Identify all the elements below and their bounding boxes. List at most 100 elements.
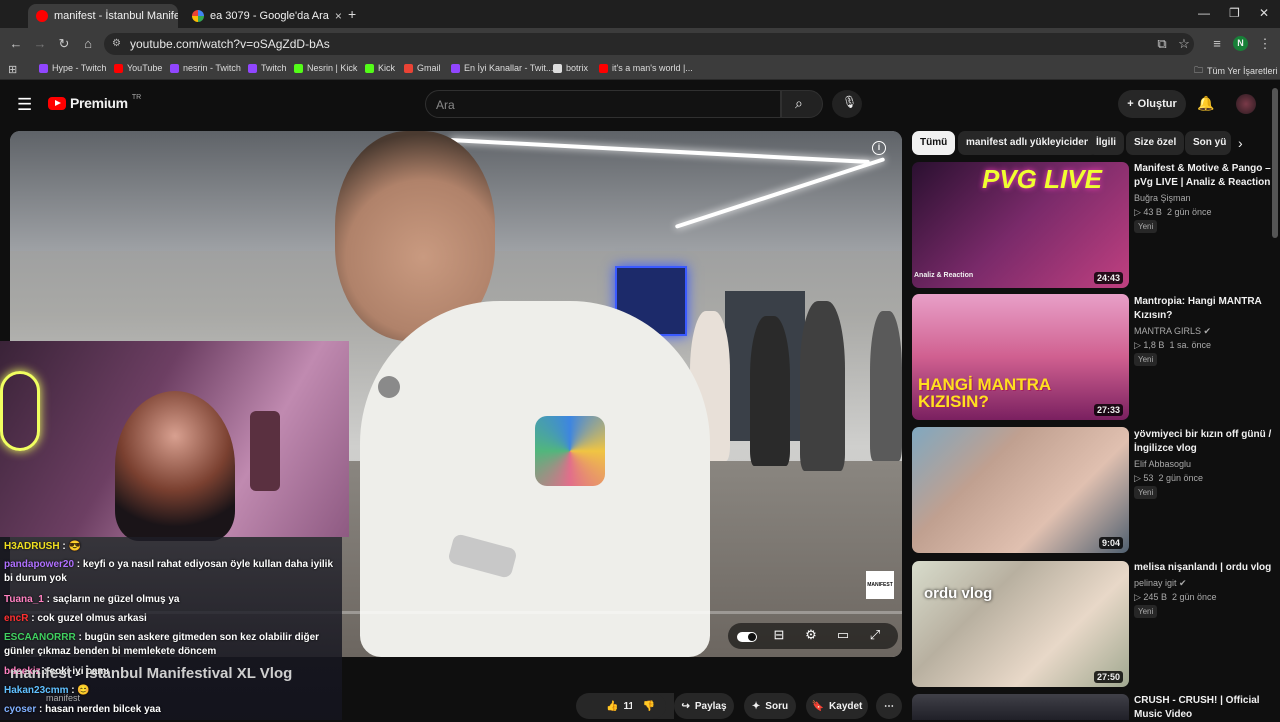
new-badge: Yeni (1134, 353, 1158, 366)
video-thumbnail[interactable] (912, 694, 1129, 720)
bookmark-favicon-icon (553, 63, 562, 73)
create-button[interactable]: + Oluştur (1118, 90, 1186, 118)
rec-channel[interactable]: pelinay igit ✔ (1134, 578, 1187, 589)
bookmark-item[interactable]: Hype - Twitch (39, 63, 106, 73)
rec-channel[interactable]: Buğra Şişman (1134, 193, 1191, 203)
rec-title[interactable]: yövmiyeci bir kızın off günü / İngilizce… (1134, 428, 1274, 456)
chat-message: cyoser : hasan nerden bilcek yaa (4, 704, 161, 715)
install-app-icon[interactable]: ⧉ (1154, 36, 1170, 52)
rec-title[interactable]: melisa nişanlandı | ordu vlog (1134, 561, 1274, 575)
chat-message: Tuana_1 : saçların ne güzel olmuş ya (4, 594, 180, 605)
rec-meta: ▷ 245 B 2 gün önce (1134, 592, 1217, 602)
bookmark-favicon-icon (294, 63, 303, 73)
browser-menu-icon[interactable]: ⋮ (1257, 36, 1273, 52)
bookmark-star-icon[interactable]: ☆ (1176, 36, 1192, 52)
more-actions-button[interactable]: ⋯ (876, 693, 902, 719)
bookmark-item[interactable]: botrix (553, 63, 588, 73)
youtube-logo[interactable]: Premium TR (48, 93, 142, 111)
verified-icon: ✔ (1203, 326, 1212, 336)
youtube-favicon-icon (36, 10, 48, 22)
channel-name[interactable]: manifest (46, 693, 80, 703)
rec-title[interactable]: Manifest & Motive & Pango – pVg LIVE | A… (1134, 162, 1274, 190)
voice-search-button[interactable]: 🎙 (832, 90, 862, 118)
thumbnail-caption: Analiz & Reaction (914, 272, 974, 279)
all-bookmarks-folder[interactable]: 🗀 Tüm Yer İşaretleri (1194, 63, 1278, 79)
bookmark-item[interactable]: YouTube (114, 63, 162, 73)
video-thumbnail[interactable]: 9:04 (912, 427, 1129, 553)
thumbs-down-icon: 👎 (642, 700, 656, 712)
forward-icon[interactable]: → (32, 36, 48, 52)
site-info-icon[interactable]: ⚙ (112, 33, 121, 55)
chip-recent[interactable]: Son yü (1185, 131, 1231, 155)
video-thumbnail[interactable]: ordu vlog 27:50 (912, 561, 1129, 687)
share-button[interactable]: ↪ Paylaş (674, 693, 734, 719)
account-avatar[interactable] (1236, 94, 1256, 114)
channel-watermark[interactable]: MANIFEST (866, 571, 894, 599)
new-tab-button[interactable]: + (348, 6, 356, 22)
bookmark-label: Twitch (261, 63, 287, 73)
restore-button[interactable]: ❐ (1229, 6, 1240, 20)
settings-gear-icon[interactable]: ⚙ (800, 627, 822, 647)
info-icon[interactable]: i (872, 141, 886, 155)
home-icon[interactable]: ⌂ (80, 36, 96, 52)
verified-icon: ✔ (1179, 578, 1187, 588)
chevron-right-icon[interactable]: › (1238, 135, 1243, 151)
chip-for-you[interactable]: Size özel (1126, 131, 1185, 155)
bookmark-label: botrix (566, 63, 589, 73)
reload-icon[interactable]: ↻ (56, 36, 72, 52)
logo-region: TR (131, 93, 142, 101)
video-thumbnail[interactable]: PVG LIVE Analiz & Reaction 24:43 (912, 162, 1129, 288)
address-bar[interactable]: ⚙ youtube.com/watch?v=oSAgZdD-bAs (104, 33, 1194, 55)
fullscreen-icon[interactable]: ⤢ (864, 627, 886, 647)
chip-from-uploader[interactable]: manifest adlı yükleyiciden (958, 131, 1098, 155)
bookmark-item[interactable]: En İyi Kanallar - Twit... (451, 63, 553, 73)
chip-related[interactable]: İlgili (1088, 131, 1124, 155)
theater-mode-icon[interactable]: ▭ (832, 627, 854, 647)
hamburger-menu-icon[interactable]: ☰ (17, 95, 32, 115)
rec-channel[interactable]: MANTRA GIRLS ✔ (1134, 326, 1211, 337)
bookmark-label: Nesrin | Kick (307, 63, 358, 73)
back-icon[interactable]: ← (8, 36, 24, 52)
notifications-bell-icon[interactable]: 🔔 (1197, 95, 1214, 112)
close-window-button[interactable]: ✕ (1259, 6, 1269, 20)
youtube-play-logo-icon (48, 96, 66, 110)
minimize-button[interactable]: — (1198, 6, 1210, 20)
create-label: Oluştur (1137, 98, 1177, 110)
bookmark-favicon-icon (365, 63, 374, 73)
autoplay-toggle[interactable] (736, 627, 758, 647)
bookmark-item[interactable]: Kick (365, 63, 395, 73)
bookmark-item[interactable]: Gmail (404, 63, 441, 73)
rec-title[interactable]: Mantropia: Hangi MANTRA Kızısın? (1134, 295, 1274, 323)
more-icon: ⋯ (884, 700, 894, 712)
media-control-icon[interactable]: ≡ (1209, 36, 1225, 52)
video-thumbnail[interactable]: HANGİ MANTRA KIZISIN? 27:33 (912, 294, 1129, 420)
streamer (115, 391, 235, 541)
thumbnail-text: ordu vlog (924, 585, 993, 602)
ask-button[interactable]: ✦ Soru (744, 693, 796, 719)
bookmark-label: it's a man's world |... (612, 63, 693, 73)
subtitles-icon[interactable]: ⊟ (768, 627, 790, 647)
google-favicon-icon (192, 10, 204, 22)
search-button[interactable]: ⌕ (781, 90, 823, 118)
search-input[interactable]: Ara (425, 90, 781, 118)
dislike-button[interactable]: 👎 (632, 693, 666, 719)
chat-message: ESCAANORRR : bugün sen askere gitmeden s… (4, 632, 320, 657)
rec-title[interactable]: CRUSH - CRUSH! | Official Music Video (1134, 694, 1274, 722)
bookmark-label: Hype - Twitch (52, 63, 107, 73)
tab-manifest[interactable]: manifest - İstanbul Manifes 🔊 × (28, 4, 178, 28)
apps-grid-icon[interactable]: ⊞ (8, 63, 17, 76)
shirt-graphic (535, 416, 605, 486)
tab-title: manifest - İstanbul Manifes (54, 10, 178, 22)
chip-all[interactable]: Tümü (912, 131, 956, 155)
bookmark-item[interactable]: Nesrin | Kick (294, 63, 357, 73)
rec-channel[interactable]: Elif Abbasoglu (1134, 459, 1191, 469)
close-tab-icon[interactable]: × (335, 9, 342, 23)
page-scrollbar[interactable] (1272, 88, 1278, 238)
save-button[interactable]: 🔖 Kaydet (806, 693, 868, 719)
bookmark-item[interactable]: it's a man's world |... (599, 63, 693, 73)
profile-avatar[interactable]: N (1233, 36, 1248, 51)
tab-google-search[interactable]: ea 3079 - Google'da Ara × (184, 4, 344, 28)
bookmark-item[interactable]: nesrin - Twitch (170, 63, 241, 73)
thumbs-up-icon: 👍 (605, 700, 619, 712)
bookmark-item[interactable]: Twitch (248, 63, 287, 73)
